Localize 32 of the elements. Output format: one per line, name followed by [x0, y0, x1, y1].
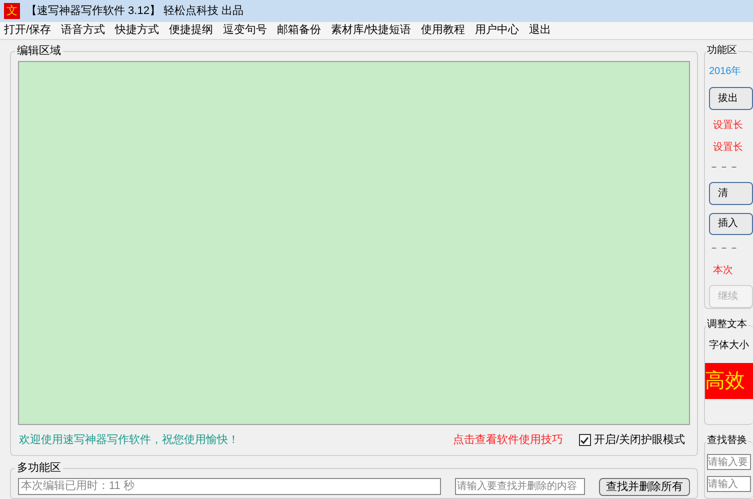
- side-button[interactable]: 拔出: [709, 87, 753, 110]
- delete-all-button[interactable]: 查找并删除所有: [599, 478, 690, 496]
- find-field[interactable]: 请输入要: [707, 454, 751, 470]
- menu-item[interactable]: 快捷方式: [115, 22, 160, 39]
- date-text: 2016年: [709, 65, 742, 79]
- window-title: 【速写神器写作软件 3.12】 轻松点科技 出品: [26, 4, 244, 19]
- eye-mode-checkbox[interactable]: [578, 434, 591, 446]
- app-icon: 文: [4, 3, 20, 19]
- menu-item[interactable]: 素材库/快捷短语: [331, 22, 412, 39]
- find-field[interactable]: 请输入: [707, 476, 751, 492]
- menu-item[interactable]: 打开/保存: [4, 22, 52, 39]
- menu-item[interactable]: 邮箱备份: [277, 22, 322, 39]
- search-field[interactable]: 请输入要查找并删除的内容: [455, 478, 585, 495]
- side-label: 设置长: [712, 118, 744, 132]
- check-icon: [580, 436, 590, 444]
- side-button[interactable]: 插入: [709, 212, 753, 236]
- side-label: 本次: [712, 264, 734, 278]
- menu-item[interactable]: 用户中心: [475, 22, 520, 39]
- menu-item[interactable]: 逗变句号: [223, 22, 268, 39]
- font-size-label: 字体大小: [708, 338, 750, 353]
- menu-item[interactable]: 使用教程: [421, 22, 466, 39]
- menu-item[interactable]: 便捷提纲: [169, 22, 214, 39]
- dash-line: －－－: [709, 243, 740, 256]
- eye-mode-label: 开启/关闭护眼模式: [594, 432, 685, 448]
- menu-item[interactable]: 退出: [529, 22, 552, 39]
- sample-text: 高效: [705, 363, 753, 399]
- side-label: 设置长: [712, 140, 744, 154]
- welcome-text: 欢迎使用速写神器写作软件，祝您使用愉快！: [19, 432, 239, 448]
- timer-field: 本次编辑已用时：11 秒: [18, 478, 441, 495]
- side-button[interactable]: 清: [709, 182, 753, 204]
- dash-line: －－－: [709, 162, 740, 174]
- menu-item[interactable]: 语音方式: [61, 22, 106, 39]
